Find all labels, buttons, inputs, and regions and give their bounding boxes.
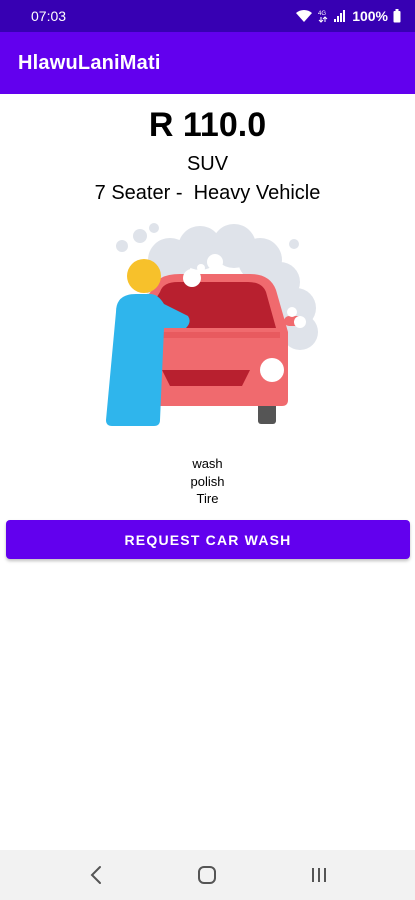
service-item: polish [190, 473, 225, 489]
battery-level: 100% [352, 8, 388, 24]
recents-icon [312, 868, 327, 882]
status-icons: 4G 100% [295, 8, 401, 24]
service-item: wash [192, 456, 223, 471]
vehicle-type-label: SUV [186, 153, 229, 175]
vehicle-description-label: 7 Seater - Heavy Vehicle [94, 182, 321, 204]
app-title: HlawuLaniMati [18, 51, 161, 74]
price-label: R 110.0 [148, 106, 267, 144]
wifi-icon [296, 9, 313, 22]
nav-recents-button[interactable] [289, 855, 349, 895]
service-item: Tire [196, 491, 219, 506]
nav-home-button[interactable] [177, 855, 237, 895]
status-time: 07:03 [31, 8, 67, 24]
volte-icon: 4G [318, 11, 328, 23]
back-icon [90, 866, 101, 884]
svg-text:4G: 4G [318, 11, 326, 17]
app-bar: HlawuLaniMati [0, 32, 415, 94]
home-icon [198, 866, 217, 884]
battery-icon [393, 9, 401, 23]
request-car-wash-button[interactable]: REQUEST CAR WASH [6, 520, 410, 559]
car-wash-illustration [106, 223, 318, 426]
status-bar: 07:03 4G 100% [0, 0, 415, 32]
navigation-bar [0, 850, 415, 900]
services-list: wash polish Tire [0, 455, 415, 508]
signal-icon [334, 10, 346, 22]
nav-back-button[interactable] [66, 855, 126, 895]
